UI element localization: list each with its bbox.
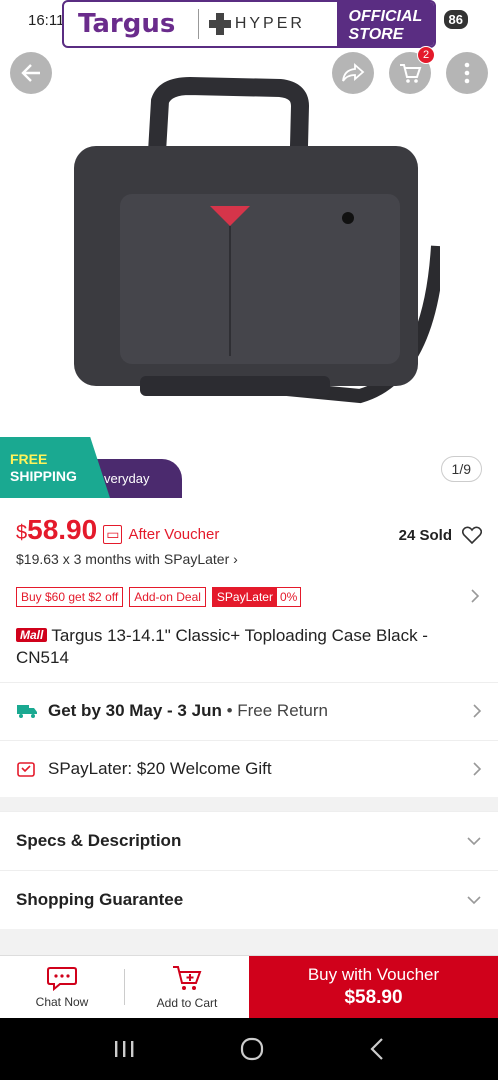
back-button[interactable]	[10, 52, 52, 94]
more-icon	[464, 62, 470, 84]
brand-logo: Targus	[78, 9, 176, 39]
spaylater-tag-rate: 0%	[279, 590, 298, 604]
add-to-cart-label: Add to Cart	[156, 996, 218, 1010]
specs-description-row[interactable]: Specs & Description	[0, 811, 498, 869]
installment-link[interactable]: $19.63 x 3 months with SPayLater ›	[16, 551, 238, 567]
recent-apps-icon[interactable]	[113, 1039, 135, 1059]
back-nav-icon[interactable]	[369, 1037, 385, 1061]
product-image-carousel[interactable]: 16:11 86 Targus HYPER OFFICIAL STORE 2 F…	[0, 0, 498, 498]
delivery-return: • Free Return	[221, 700, 328, 720]
price-value: 58.90	[27, 514, 98, 545]
cart-button[interactable]: 2	[389, 46, 435, 94]
delivery-row[interactable]: Get by 30 May - 3 Jun • Free Return	[0, 682, 498, 738]
partner-name: HYPER	[234, 15, 305, 32]
promo-tag-spaylater: SPayLater 0%	[211, 587, 302, 607]
voucher-icon: ▭	[103, 525, 123, 544]
cart-badge: 2	[417, 46, 435, 64]
buy-with-voucher-price: $58.90	[344, 987, 403, 1008]
chevron-down-icon	[467, 895, 481, 904]
delivery-date: Get by 30 May - 3 Jun	[48, 700, 222, 720]
chat-icon	[47, 967, 77, 991]
partner-logo: HYPER	[199, 13, 337, 35]
chat-now-label: Chat Now	[35, 995, 89, 1009]
spaylater-gift-row[interactable]: SPayLater: $20 Welcome Gift	[0, 740, 498, 796]
system-navigation-bar	[0, 1018, 498, 1080]
truck-icon	[16, 703, 40, 719]
chevron-right-icon	[473, 761, 482, 776]
status-time: 16:11	[28, 12, 65, 29]
free-shipping-banner: FREE SHIPPING veryday	[0, 437, 182, 498]
hyper-plus-icon	[208, 13, 231, 35]
product-title-text: Targus 13-14.1" Classic+ Toploading Case…	[16, 626, 428, 667]
section-separator	[0, 797, 498, 811]
shopping-guarantee-label: Shopping Guarantee	[16, 889, 184, 909]
home-icon[interactable]	[240, 1037, 264, 1061]
add-cart-icon	[173, 966, 202, 990]
buy-with-voucher-label: Buy with Voucher	[307, 965, 440, 984]
free-shipping-line3: veryday	[104, 471, 150, 486]
sold-count: 24 Sold	[399, 526, 482, 544]
cart-icon	[400, 64, 422, 83]
share-icon	[342, 63, 365, 82]
buy-with-voucher-button[interactable]: Buy with Voucher $58.90	[249, 956, 498, 1018]
chevron-down-icon	[467, 836, 481, 845]
sold-label: 24 Sold	[398, 526, 452, 544]
heart-icon[interactable]	[462, 526, 482, 544]
specs-description-label: Specs & Description	[16, 830, 182, 850]
free-shipping-line1: FREE	[10, 451, 48, 467]
price-currency: $	[16, 522, 28, 544]
promo-tag-discount: Buy $60 get $2 off	[16, 587, 124, 607]
chevron-right-icon	[473, 703, 482, 718]
product-page: 16:11 86 Targus HYPER OFFICIAL STORE 2 F…	[0, 0, 498, 1080]
shopping-guarantee-row[interactable]: Shopping Guarantee	[0, 870, 498, 928]
image-counter: 1/9	[440, 456, 482, 482]
battery-indicator: 86	[443, 10, 468, 29]
mall-badge: Mall	[16, 628, 48, 642]
product-image	[74, 76, 440, 404]
delivery-text: Get by 30 May - 3 Jun • Free Return	[48, 701, 472, 721]
gift-icon	[16, 760, 40, 778]
store-banner[interactable]: Targus HYPER OFFICIAL STORE	[62, 0, 436, 48]
price-row: $ 58.90 ▭ After Voucher	[16, 514, 219, 546]
more-button[interactable]	[446, 52, 488, 94]
official-store-label: OFFICIAL STORE	[336, 2, 434, 46]
back-icon	[21, 64, 40, 82]
product-title: Mall Targus 13-14.1" Classic+ Toploading …	[16, 624, 476, 669]
promo-tags[interactable]: Buy $60 get $2 off Add-on Deal SPayLater…	[16, 587, 302, 607]
spaylater-gift-text: SPayLater: $20 Welcome Gift	[48, 758, 272, 778]
add-to-cart-button[interactable]: Add to Cart	[125, 956, 249, 1018]
promo-tag-addon: Add-on Deal	[129, 587, 206, 607]
chevron-right-icon[interactable]	[470, 588, 480, 604]
chat-now-button[interactable]: Chat Now	[0, 956, 124, 1018]
free-shipping-line2: SHIPPING	[10, 468, 77, 484]
after-voucher-label: After Voucher	[128, 526, 220, 543]
bottom-action-bar: Chat Now Add to Cart Buy with Voucher $5…	[0, 955, 498, 1018]
spaylater-tag-label: SPayLater	[212, 588, 277, 606]
share-button[interactable]	[332, 52, 374, 94]
section-separator	[0, 929, 498, 955]
